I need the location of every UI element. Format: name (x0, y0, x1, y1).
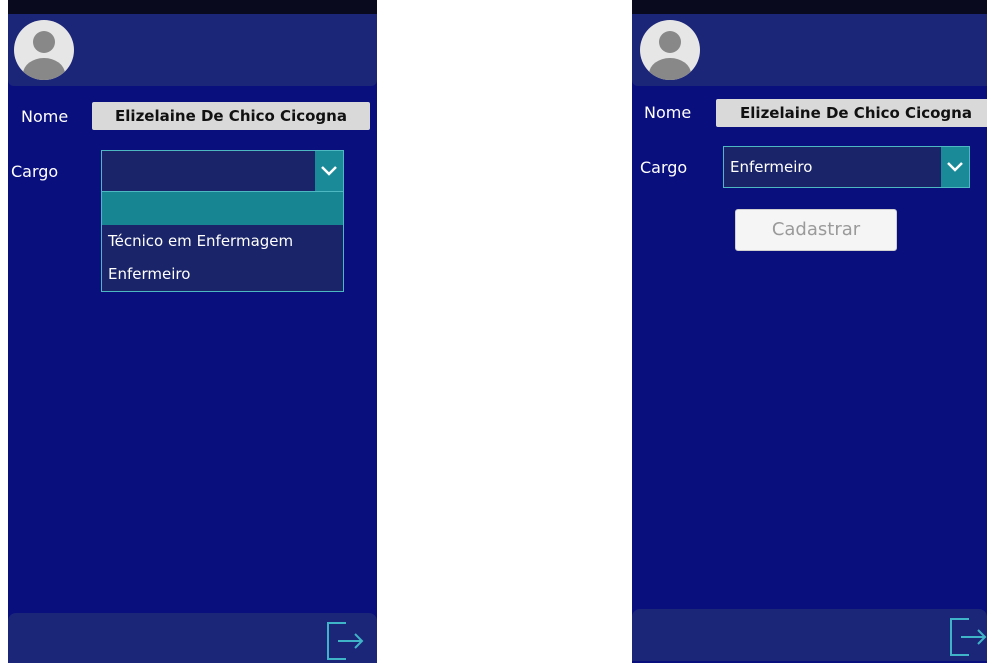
cargo-option-empty[interactable] (102, 192, 343, 225)
cadastrar-button[interactable]: Cadastrar (735, 209, 897, 251)
exit-icon[interactable] (947, 615, 987, 657)
status-strip (8, 0, 377, 14)
header-bar (8, 14, 377, 86)
chevron-down-icon[interactable] (315, 151, 343, 191)
status-strip (632, 0, 987, 14)
footer-bar (8, 613, 377, 663)
user-avatar-icon[interactable] (14, 20, 74, 80)
nome-label: Nome (21, 107, 69, 126)
cargo-select[interactable]: Enfermeiro (723, 146, 970, 188)
cargo-select-value: Enfermeiro (730, 158, 813, 176)
cargo-label: Cargo (640, 158, 688, 177)
cargo-options-list: Técnico em Enfermagem Enfermeiro (101, 192, 344, 292)
footer-bar (632, 609, 987, 661)
user-avatar-icon[interactable] (640, 20, 700, 80)
cargo-option-enfermeiro[interactable]: Enfermeiro (102, 258, 343, 291)
nome-field[interactable]: Elizelaine De Chico Cicogna (92, 102, 370, 130)
right-screen: Nome Elizelaine De Chico Cicogna Cargo E… (632, 0, 987, 663)
exit-icon[interactable] (324, 619, 366, 661)
chevron-down-icon[interactable] (941, 147, 969, 187)
cargo-label: Cargo (11, 162, 59, 181)
cargo-option-tecnico[interactable]: Técnico em Enfermagem (102, 225, 343, 258)
header-bar (632, 14, 987, 86)
nome-field[interactable]: Elizelaine De Chico Cicogna (716, 99, 987, 127)
nome-label: Nome (644, 103, 692, 122)
left-screen: Nome Elizelaine De Chico Cicogna Cargo T… (8, 0, 377, 663)
cargo-select[interactable] (101, 150, 344, 192)
